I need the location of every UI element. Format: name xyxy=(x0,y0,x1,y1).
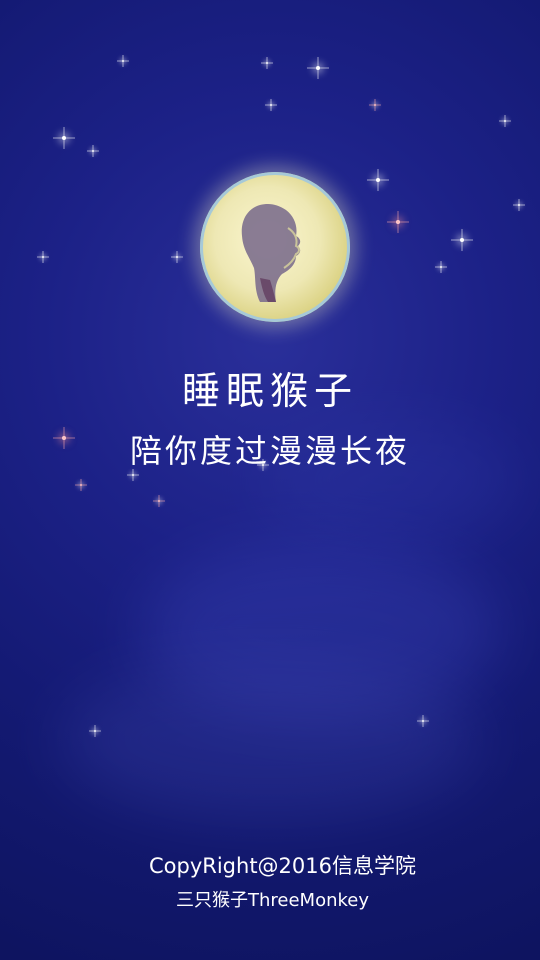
star-sparkle-icon xyxy=(374,104,376,106)
star-sparkle-icon xyxy=(132,474,134,476)
star-sparkle-icon xyxy=(422,720,424,722)
star-sparkle-icon xyxy=(266,62,268,64)
team-credit: 三只猴子ThreeMonkey xyxy=(175,890,370,911)
star-sparkle-icon xyxy=(396,220,400,224)
star-sparkle-icon xyxy=(518,204,520,206)
star-sparkle-icon xyxy=(504,120,506,122)
star-sparkle-icon xyxy=(460,238,464,242)
star-sparkle-icon xyxy=(376,178,380,182)
splash-screen: 睡眠猴子 陪你度过漫漫长夜 CopyRight@2016信息学院 三只猴子Thr… xyxy=(0,0,540,960)
star-sparkle-icon xyxy=(122,60,124,62)
star-sparkle-icon xyxy=(42,256,44,258)
star-sparkle-icon xyxy=(94,730,96,732)
copyright-text: CopyRight@2016信息学院 xyxy=(148,854,416,878)
star-sparkle-icon xyxy=(270,104,272,106)
star-sparkle-icon xyxy=(176,256,178,258)
star-sparkle-icon xyxy=(80,484,82,486)
star-sparkle-icon xyxy=(316,66,320,70)
app-tagline: 陪你度过漫漫长夜 xyxy=(129,432,410,470)
background-haze xyxy=(60,660,480,820)
star-sparkle-icon xyxy=(92,150,94,152)
star-sparkle-icon xyxy=(158,500,160,502)
star-sparkle-icon xyxy=(440,266,442,268)
moon-portrait-icon xyxy=(200,172,350,322)
star-sparkle-icon xyxy=(62,136,66,140)
app-title: 睡眠猴子 xyxy=(181,369,358,413)
portrait-silhouette xyxy=(241,204,301,302)
